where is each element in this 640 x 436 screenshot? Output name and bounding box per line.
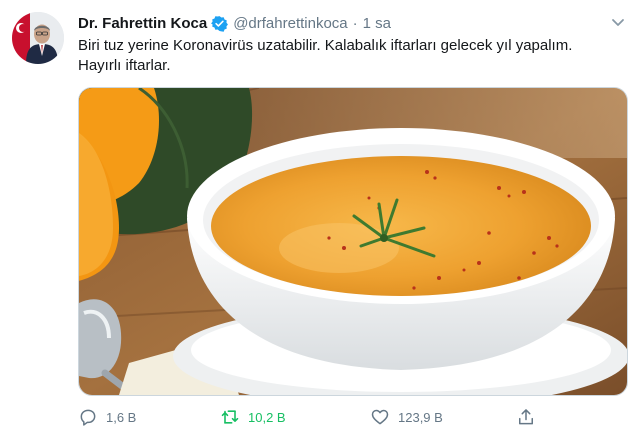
reply-icon (78, 407, 98, 427)
retweet-count: 10,2 B (248, 409, 286, 425)
like-button[interactable]: 123,9 B (370, 407, 443, 427)
share-button[interactable] (516, 407, 544, 427)
tweet-header: Dr. Fahrettin Koca @drfahrettinkoca · 1 … (78, 12, 391, 34)
verified-badge-icon (211, 15, 229, 32)
share-icon (516, 407, 536, 427)
reply-button[interactable]: 1,6 B (78, 407, 136, 427)
avatar-image (12, 12, 64, 64)
tweet-text-line: Biri tuz yerine Koronavirüs uzatabilir. … (78, 37, 573, 54)
header-separator: · (352, 14, 358, 32)
tweet-media-photo[interactable] (78, 87, 628, 396)
like-count: 123,9 B (398, 409, 443, 425)
tweet-text-line: Hayırlı iftarlar. (78, 57, 171, 74)
tweet-actions: 1,6 B 10,2 B 123,9 B (78, 402, 628, 432)
author-name[interactable]: Dr. Fahrettin Koca (78, 15, 207, 32)
reply-count: 1,6 B (106, 409, 137, 425)
retweet-icon (220, 407, 240, 427)
more-options-chevron-icon[interactable] (608, 12, 628, 32)
heart-icon (370, 407, 390, 427)
soup-bowl-photo-icon (79, 88, 627, 395)
tweet-card[interactable]: Dr. Fahrettin Koca @drfahrettinkoca · 1 … (0, 0, 640, 436)
tweet-timestamp[interactable]: 1 sa (363, 15, 391, 32)
retweet-button[interactable]: 10,2 B (220, 407, 286, 427)
tweet-text: Biri tuz yerine Koronavirüs uzatabilir. … (78, 36, 626, 76)
avatar[interactable] (12, 12, 64, 64)
author-handle[interactable]: @drfahrettinkoca (233, 15, 347, 32)
